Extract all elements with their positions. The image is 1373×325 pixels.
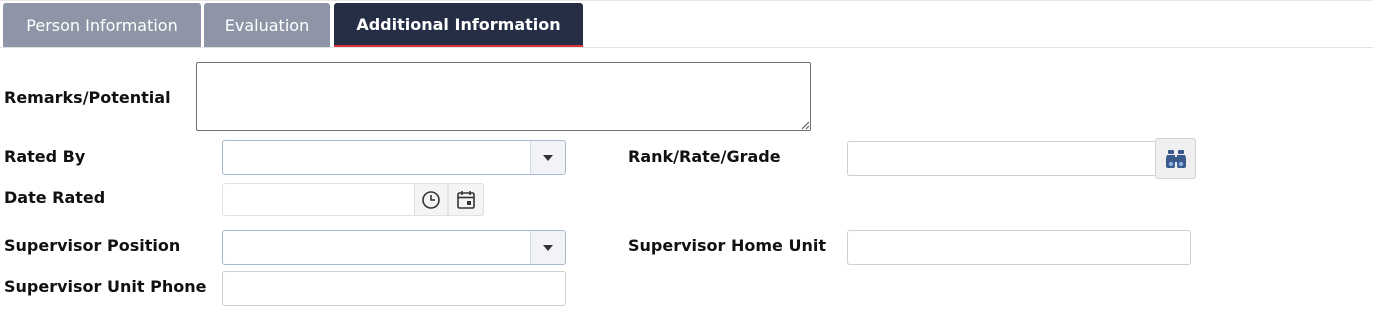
tab-label: Additional Information <box>356 14 561 34</box>
clock-icon <box>422 190 440 209</box>
rank-rate-grade-label: Rank/Rate/Grade <box>628 147 781 166</box>
tab-label: Person Information <box>26 15 178 35</box>
supervisor-position-select[interactable] <box>222 230 566 265</box>
rank-lookup-button[interactable] <box>1155 138 1196 179</box>
supervisor-unit-phone-input[interactable] <box>222 271 566 306</box>
tab-person-information[interactable]: Person Information <box>3 3 201 47</box>
date-rated-field <box>222 183 484 216</box>
caret-down-icon <box>543 154 553 161</box>
rated-by-label: Rated By <box>4 147 86 166</box>
supervisor-home-unit-input[interactable] <box>847 230 1191 265</box>
rank-rate-grade-input[interactable] <box>847 141 1157 176</box>
remarks-label: Remarks/Potential <box>4 88 171 107</box>
date-rated-input[interactable] <box>223 184 414 215</box>
date-picker-button[interactable] <box>448 183 484 216</box>
caret-down-icon <box>543 244 553 251</box>
remarks-field-wrap <box>196 62 811 131</box>
calendar-icon <box>457 190 475 209</box>
tab-evaluation[interactable]: Evaluation <box>204 3 330 47</box>
tabs-divider <box>0 47 1373 48</box>
top-border <box>0 0 1373 1</box>
remarks-textarea[interactable] <box>196 62 811 131</box>
supervisor-unit-phone-label: Supervisor Unit Phone <box>4 277 207 296</box>
binoculars-icon <box>1165 149 1186 168</box>
tab-label: Evaluation <box>224 15 310 35</box>
rated-by-dropdown-button[interactable] <box>530 141 565 174</box>
supervisor-home-unit-label: Supervisor Home Unit <box>628 236 826 255</box>
time-picker-button[interactable] <box>414 183 448 216</box>
tab-additional-information[interactable]: Additional Information <box>334 3 583 47</box>
date-rated-label: Date Rated <box>4 188 106 207</box>
rated-by-select[interactable] <box>222 140 566 175</box>
resize-grip-icon[interactable] <box>800 120 810 130</box>
supervisor-position-dropdown-button[interactable] <box>530 231 565 264</box>
supervisor-position-label: Supervisor Position <box>4 236 181 255</box>
